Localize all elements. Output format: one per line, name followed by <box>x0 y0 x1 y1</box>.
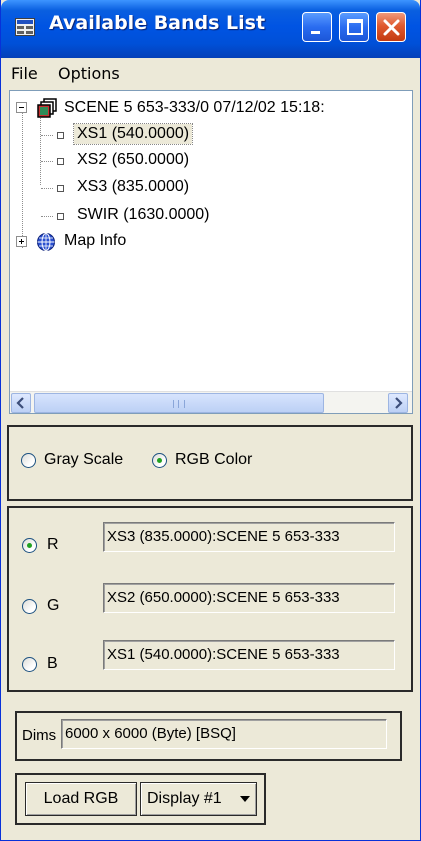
actions-group: Load RGB Display #1 <box>15 773 266 825</box>
display-dropdown[interactable]: Display #1 <box>140 782 257 816</box>
menu-bar: File Options <box>1 58 420 88</box>
band-label: XS1 (540.0000) <box>72 123 194 145</box>
scroll-grip <box>173 400 185 408</box>
menu-options[interactable]: Options <box>58 64 120 83</box>
available-bands-window: Available Bands List File Options SCENE … <box>0 0 421 841</box>
expand-toggle[interactable] <box>16 236 27 247</box>
green-channel-radio[interactable] <box>22 599 37 614</box>
menu-file[interactable]: File <box>11 64 38 83</box>
red-channel-radio[interactable] <box>22 538 37 553</box>
band-item-xs3[interactable]: XS3 (835.0000) <box>10 177 412 199</box>
blue-band-field[interactable]: XS1 (540.0000):SCENE 5 653-333 <box>103 640 395 670</box>
band-label: XS3 (835.0000) <box>77 178 190 195</box>
scene-stack-icon <box>37 98 57 118</box>
color-mode-group: Gray Scale RGB Color <box>7 425 413 501</box>
chevron-left-icon <box>16 397 24 409</box>
band-tree[interactable]: SCENE 5 653-333/0 07/12/02 15:18: XS1 (5… <box>9 90 413 414</box>
band-item-swir[interactable]: SWIR (1630.0000) <box>10 205 412 227</box>
tree-root-label: SCENE 5 653-333/0 07/12/02 15:18: <box>64 99 325 116</box>
title-bar[interactable]: Available Bands List <box>1 0 420 58</box>
maximize-button[interactable] <box>339 12 369 42</box>
dims-field: 6000 x 6000 (Byte) [BSQ] <box>61 719 387 749</box>
green-band-field[interactable]: XS2 (650.0000):SCENE 5 653-333 <box>103 583 395 613</box>
chevron-right-icon <box>395 397 403 409</box>
scroll-thumb[interactable] <box>34 393 324 413</box>
maximize-icon <box>347 19 363 35</box>
blue-channel-radio[interactable] <box>22 657 37 672</box>
band-label: XS2 (650.0000) <box>77 151 190 168</box>
band-leaf-icon <box>57 132 64 139</box>
band-leaf-icon <box>57 213 64 220</box>
app-icon <box>15 18 35 36</box>
scroll-right-button[interactable] <box>388 393 408 413</box>
band-item-xs2[interactable]: XS2 (650.0000) <box>10 150 412 172</box>
horizontal-scrollbar[interactable] <box>10 391 412 413</box>
display-dropdown-label: Display #1 <box>147 790 222 807</box>
close-icon <box>383 19 400 36</box>
band-leaf-icon <box>57 185 64 192</box>
window-title: Available Bands List <box>49 12 266 34</box>
red-band-field[interactable]: XS3 (835.0000):SCENE 5 653-333 <box>103 522 395 552</box>
dropdown-arrow-icon <box>240 796 250 802</box>
rgb-color-label[interactable]: RGB Color <box>175 451 252 469</box>
band-item-xs1[interactable]: XS1 (540.0000) <box>10 123 412 146</box>
scroll-left-button[interactable] <box>11 393 31 413</box>
gray-scale-radio[interactable] <box>21 453 36 468</box>
dims-group: Dims 6000 x 6000 (Byte) [BSQ] <box>15 711 402 761</box>
dims-label: Dims <box>22 727 57 744</box>
red-channel-label[interactable]: R <box>47 536 59 554</box>
green-channel-label[interactable]: G <box>47 597 59 615</box>
close-button[interactable] <box>376 12 406 42</box>
band-label: SWIR (1630.0000) <box>77 206 210 223</box>
gray-scale-label[interactable]: Gray Scale <box>44 451 123 469</box>
globe-icon <box>37 233 55 251</box>
blue-channel-label[interactable]: B <box>47 655 58 673</box>
map-info-label: Map Info <box>64 232 127 249</box>
collapse-toggle[interactable] <box>16 102 27 113</box>
rgb-channels-group: R XS3 (835.0000):SCENE 5 653-333 G XS2 (… <box>7 506 413 692</box>
tree-map-info-node[interactable]: Map Info <box>10 231 412 253</box>
rgb-color-radio[interactable] <box>152 453 167 468</box>
minimize-button[interactable] <box>302 12 332 42</box>
band-leaf-icon <box>57 158 64 165</box>
load-rgb-button[interactable]: Load RGB <box>25 782 137 816</box>
minimize-icon <box>311 31 320 34</box>
tree-root-node[interactable]: SCENE 5 653-333/0 07/12/02 15:18: <box>10 98 412 120</box>
